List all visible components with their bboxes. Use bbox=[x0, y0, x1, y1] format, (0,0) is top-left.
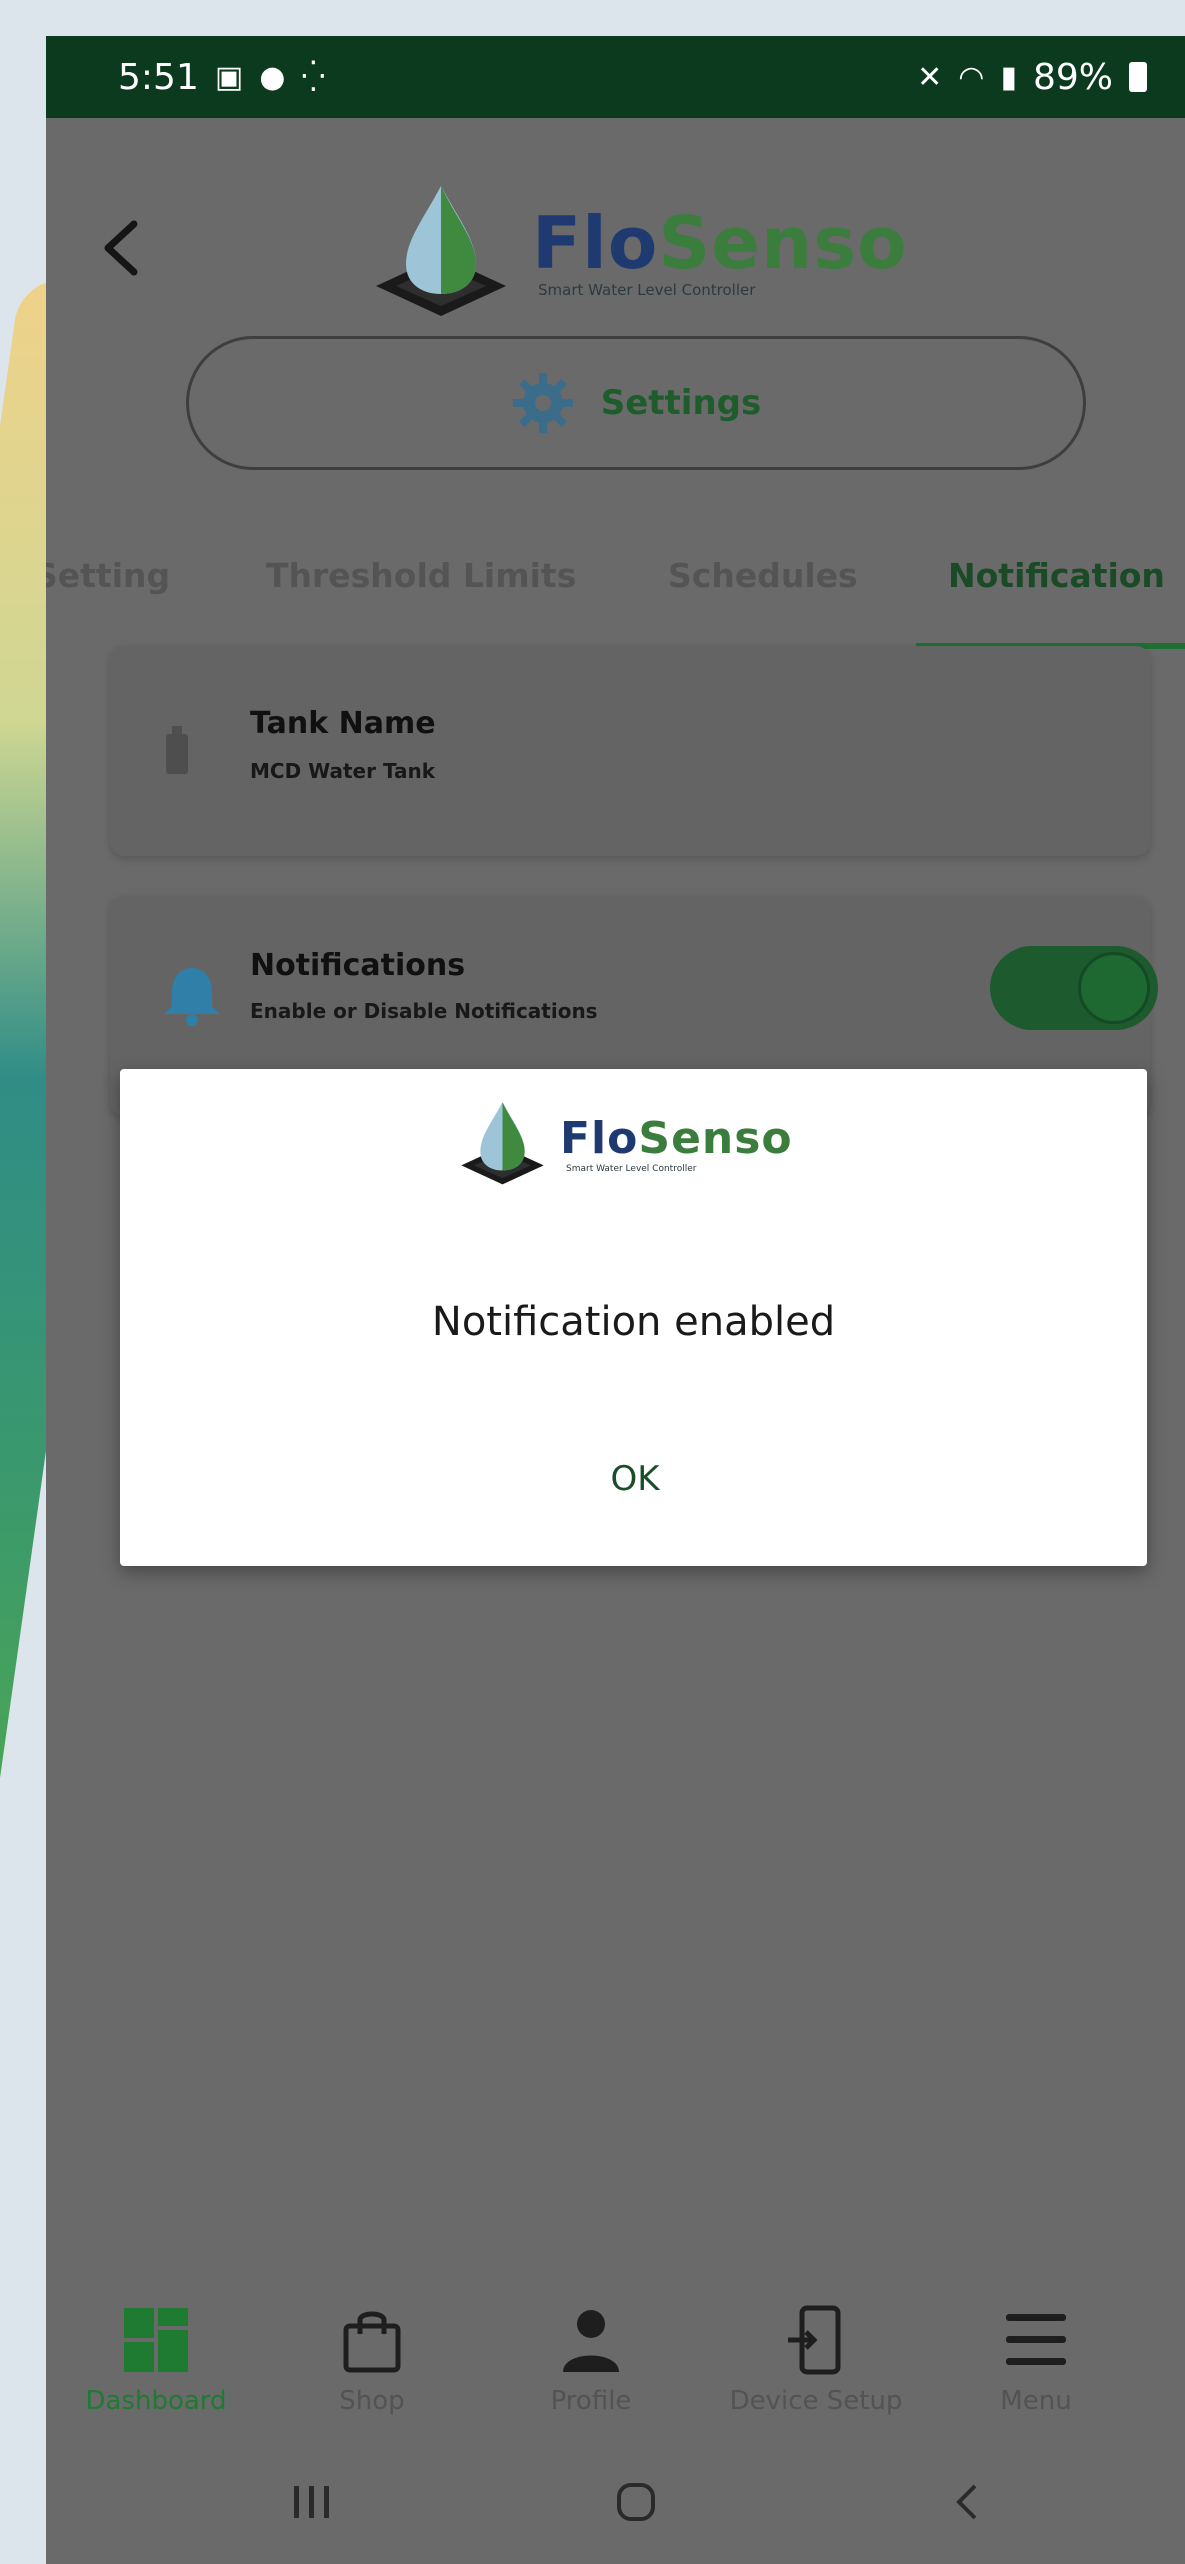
tank-name-value: MCD Water Tank bbox=[250, 759, 436, 783]
person-icon bbox=[563, 2310, 619, 2372]
tank-icon bbox=[166, 726, 188, 774]
bottom-nav: Dashboard Shop Profile Device Setup Menu bbox=[46, 2304, 1185, 2444]
tab-setting[interactable]: Setting bbox=[46, 556, 170, 595]
system-back-icon[interactable] bbox=[926, 2472, 1006, 2532]
ok-button[interactable]: OK bbox=[560, 1439, 710, 1519]
tab-threshold-limits[interactable]: Threshold Limits bbox=[266, 556, 576, 595]
phone-screen: 5:51 ▣ ● ⁛ ✕ ◠ ▮ 89% FloSenso Smart Wate… bbox=[46, 36, 1185, 2564]
signal-icon: ▮ bbox=[1000, 59, 1017, 95]
tab-notification[interactable]: Notification bbox=[948, 556, 1165, 595]
battery-icon bbox=[1129, 62, 1147, 92]
nav-shop[interactable]: Shop bbox=[282, 2304, 462, 2416]
tank-name-card: Tank Name MCD Water Tank bbox=[110, 646, 1150, 856]
brand-logo: FloSenso Smart Water Level Controller bbox=[366, 178, 908, 328]
menu-icon bbox=[1006, 2314, 1066, 2365]
water-drop-logo-icon bbox=[461, 1102, 544, 1185]
dialog-brand-part2: Senso bbox=[638, 1112, 793, 1164]
nav-dashboard-label: Dashboard bbox=[85, 2386, 227, 2416]
status-bar: 5:51 ▣ ● ⁛ ✕ ◠ ▮ 89% bbox=[46, 36, 1185, 118]
tank-name-label: Tank Name bbox=[250, 706, 436, 741]
system-navigation-bar bbox=[46, 2444, 1185, 2564]
brand-tagline: Smart Water Level Controller bbox=[538, 281, 756, 299]
settings-title: Settings bbox=[600, 383, 762, 423]
nav-device-setup-label: Device Setup bbox=[729, 2386, 903, 2416]
app-header: FloSenso Smart Water Level Controller bbox=[46, 118, 1185, 368]
vpn-key-icon: ⁛ bbox=[301, 59, 326, 95]
dashboard-icon bbox=[124, 2308, 188, 2372]
nav-shop-label: Shop bbox=[339, 2386, 405, 2416]
mute-icon: ✕ bbox=[917, 59, 943, 95]
status-time: 5:51 bbox=[118, 56, 199, 98]
notifications-subtitle: Enable or Disable Notifications bbox=[250, 999, 598, 1023]
nav-device-setup[interactable]: Device Setup bbox=[726, 2304, 906, 2416]
brand-name-part2: Senso bbox=[658, 201, 908, 285]
dialog-brand-tagline: Smart Water Level Controller bbox=[566, 1163, 697, 1174]
water-drop-logo-icon bbox=[376, 186, 506, 316]
settings-pill: Settings bbox=[186, 336, 1086, 470]
account-icon: ● bbox=[259, 59, 286, 95]
nav-dashboard[interactable]: Dashboard bbox=[66, 2304, 246, 2416]
notification-dialog: FloSenso Smart Water Level Controller No… bbox=[120, 1069, 1147, 1566]
gear-icon bbox=[512, 373, 573, 433]
dialog-brand-logo: FloSenso Smart Water Level Controller bbox=[455, 1097, 793, 1192]
dialog-message: Notification enabled bbox=[431, 1299, 836, 1345]
toggle-knob bbox=[1078, 952, 1150, 1024]
brand-name-part1: Flo bbox=[532, 201, 659, 285]
home-icon[interactable] bbox=[596, 2472, 676, 2532]
shopping-bag-icon bbox=[343, 2311, 401, 2373]
gallery-icon: ▣ bbox=[214, 59, 244, 95]
battery-level: 89% bbox=[1032, 56, 1113, 98]
recents-icon[interactable] bbox=[272, 2472, 352, 2532]
wifi-icon: ◠ bbox=[958, 59, 985, 95]
nav-menu-label: Menu bbox=[1000, 2386, 1072, 2416]
tab-bar: Setting Threshold Limits Schedules Notif… bbox=[46, 516, 1185, 656]
nav-profile[interactable]: Profile bbox=[501, 2304, 681, 2416]
bell-icon bbox=[164, 968, 220, 1026]
dialog-brand-part1: Flo bbox=[560, 1112, 639, 1164]
tab-schedules[interactable]: Schedules bbox=[668, 556, 858, 595]
notifications-toggle[interactable] bbox=[990, 946, 1158, 1030]
nav-menu[interactable]: Menu bbox=[946, 2304, 1126, 2416]
back-arrow-icon[interactable] bbox=[98, 218, 142, 278]
device-setup-icon bbox=[788, 2305, 841, 2375]
nav-profile-label: Profile bbox=[550, 2386, 632, 2416]
notifications-label: Notifications bbox=[250, 948, 466, 983]
